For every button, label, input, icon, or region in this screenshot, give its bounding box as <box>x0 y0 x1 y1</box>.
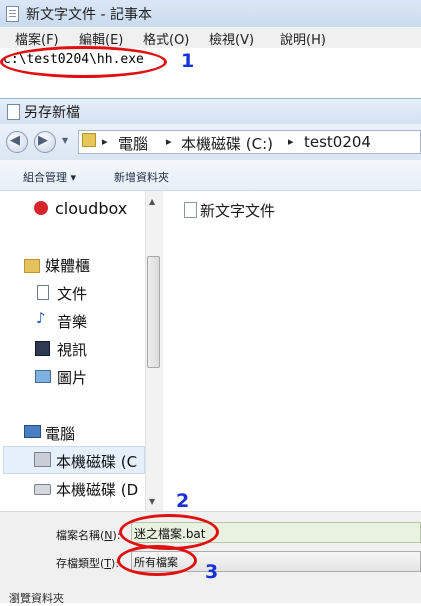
organize-button[interactable]: 組合管理 ▾ <box>23 169 76 185</box>
nav-scrollbar-thumb[interactable] <box>147 256 160 368</box>
notepad-icon <box>6 6 19 22</box>
folder-icon <box>82 133 96 147</box>
filetype-label: 存檔類型(T): <box>56 557 120 570</box>
scroll-down-icon[interactable]: ▼ <box>149 497 155 506</box>
nav-item-drive-d[interactable]: 本機磁碟 (D <box>56 479 138 500</box>
browse-folders-toggle[interactable]: 瀏覽資料夾 <box>9 590 64 606</box>
music-note-icon: ♪ <box>36 309 46 327</box>
notepad-title: 新文字文件 - 記事本 <box>26 7 152 23</box>
nav-item-cloudbox[interactable]: cloudbox <box>55 199 127 218</box>
forward-button[interactable]: ▶ <box>34 131 56 153</box>
text-file-icon <box>184 202 197 218</box>
nav-item-music[interactable]: 音樂 <box>57 311 87 332</box>
cloudbox-icon <box>34 201 48 215</box>
breadcrumb-separator-icon: ▸ <box>102 135 108 148</box>
scroll-up-icon[interactable]: ▲ <box>149 197 155 206</box>
breadcrumb-computer[interactable]: 電腦 <box>118 133 148 154</box>
menu-view[interactable]: 檢視(V) <box>209 29 254 48</box>
nav-item-drive-c[interactable]: 本機磁碟 (C <box>56 451 137 472</box>
breadcrumb-folder[interactable]: test0204 <box>304 133 371 151</box>
library-icon <box>24 259 40 273</box>
filename-label: 檔案名稱(N): <box>56 529 121 542</box>
document-icon <box>37 285 49 300</box>
video-icon <box>35 341 50 356</box>
badge-2: 2 <box>176 490 190 512</box>
back-button[interactable]: ◀ <box>6 131 28 153</box>
menu-help[interactable]: 說明(H) <box>280 29 326 48</box>
nav-item-documents[interactable]: 文件 <box>57 283 87 304</box>
dialog-icon <box>7 104 20 120</box>
file-list <box>163 191 421 511</box>
menu-file[interactable]: 檔案(F) <box>15 29 59 48</box>
callout-ring-1 <box>0 46 167 78</box>
drive-c-icon <box>34 452 51 467</box>
badge-3: 3 <box>205 561 219 583</box>
history-dropdown-icon[interactable]: ▼ <box>62 136 68 145</box>
computer-icon <box>24 425 41 438</box>
callout-ring-2 <box>119 514 219 550</box>
dialog-title: 另存新檔 <box>24 105 80 121</box>
breadcrumb-drive[interactable]: 本機磁碟 (C:) <box>181 133 273 154</box>
breadcrumb-separator-icon: ▸ <box>288 135 294 148</box>
new-folder-button[interactable]: 新增資料夾 <box>114 169 169 185</box>
drive-d-icon <box>34 484 51 495</box>
nav-item-libraries[interactable]: 媒體櫃 <box>45 255 90 276</box>
forward-arrow-icon: ▶ <box>38 133 48 148</box>
file-item[interactable]: 新文字文件 <box>200 200 275 221</box>
nav-item-pictures[interactable]: 圖片 <box>57 367 87 388</box>
nav-item-computer[interactable]: 電腦 <box>45 423 75 444</box>
callout-ring-3 <box>117 545 197 576</box>
pictures-icon <box>35 370 51 383</box>
nav-item-videos[interactable]: 視訊 <box>57 339 87 360</box>
breadcrumb-separator-icon: ▸ <box>166 135 172 148</box>
menu-format[interactable]: 格式(O) <box>143 29 189 48</box>
badge-1: 1 <box>181 50 195 72</box>
back-arrow-icon: ◀ <box>10 133 20 148</box>
